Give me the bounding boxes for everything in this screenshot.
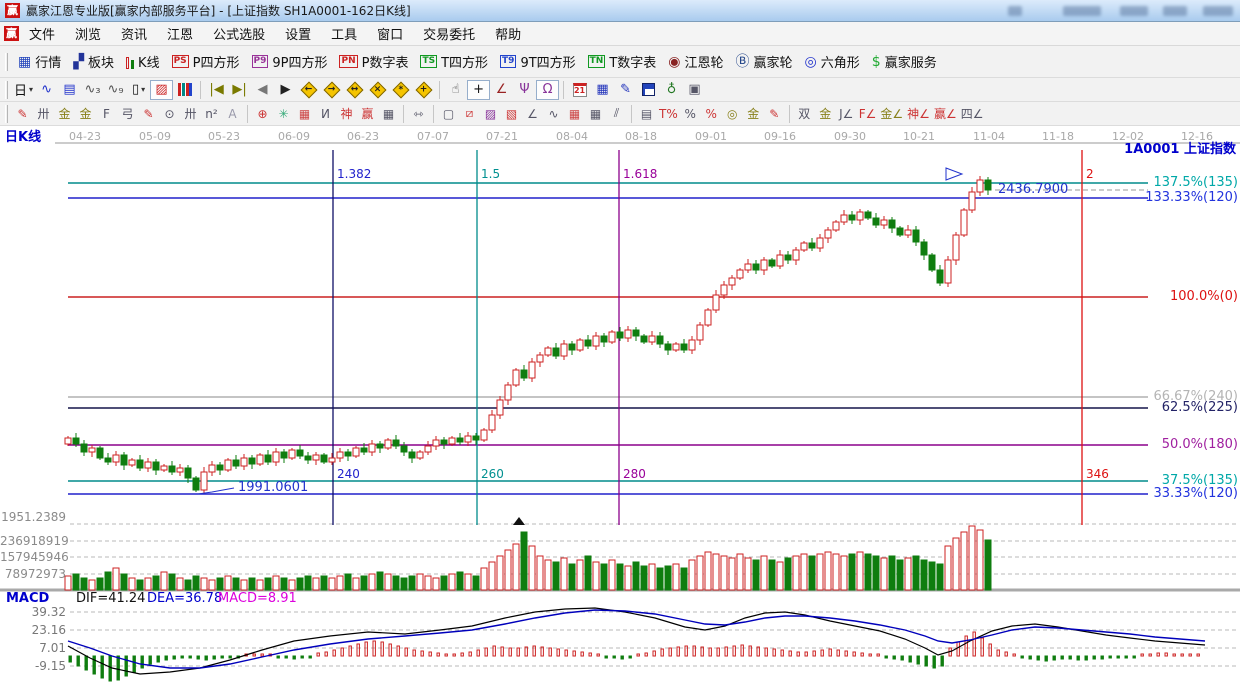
chart-canvas[interactable] <box>0 0 1240 683</box>
macd-axis-label: 39.32 <box>31 605 66 619</box>
date-tick: 09-16 <box>764 130 796 143</box>
macd-axis-label: -9.15 <box>34 659 66 673</box>
macd-macd-value: MACD=8.91 <box>218 591 297 606</box>
volume-axis-label: 157945946 <box>0 550 69 564</box>
date-tick: 08-04 <box>556 130 588 143</box>
macd-axis-label: 7.01 <box>39 641 66 655</box>
period-label[interactable]: 日K线 <box>5 131 41 144</box>
gann-v-bottom-label: 280 <box>623 467 646 481</box>
gann-h-label: 100.0%(0) <box>1170 289 1238 304</box>
date-tick: 11-18 <box>1042 130 1074 143</box>
low-price-label: 1991.0601 <box>238 480 309 495</box>
gann-v-top-label: 1.618 <box>623 167 658 181</box>
gann-h-label: 62.5%(225) <box>1161 400 1238 415</box>
gann-v-top-label: 1.5 <box>481 167 501 181</box>
volume-axis-label: 236918919 <box>0 534 69 548</box>
date-tick: 07-21 <box>486 130 518 143</box>
app-window: 赢 赢家江恩专业版[赢家内部服务平台] - [上证指数 SH1A0001-162… <box>0 0 1240 683</box>
last-price-label: 2436.7900 <box>998 182 1069 197</box>
macd-dif-value: DIF=41.24 <box>76 591 146 606</box>
gann-h-label: 137.5%(135) <box>1153 175 1238 190</box>
gann-v-top-label: 2 <box>1086 167 1094 181</box>
date-tick: 04-23 <box>69 130 101 143</box>
symbol-label[interactable]: 1A0001 上证指数 <box>1124 143 1236 156</box>
gann-h-label: 33.33%(120) <box>1153 486 1238 501</box>
macd-panel-title[interactable]: MACD <box>6 592 49 605</box>
volume-series <box>64 525 992 591</box>
volume-axis-label: 78972973 <box>4 567 66 581</box>
date-tick: 11-04 <box>973 130 1005 143</box>
gann-v-bottom-label: 346 <box>1086 467 1109 481</box>
date-tick: 12-16 <box>1181 130 1213 143</box>
date-tick: 12-02 <box>1112 130 1144 143</box>
gann-v-bottom-label: 260 <box>481 467 504 481</box>
date-tick: 06-23 <box>347 130 379 143</box>
gann-h-label: 50.0%(180) <box>1161 437 1238 452</box>
gann-v-top-label: 1.382 <box>337 167 372 181</box>
macd-axis-label: 23.16 <box>31 623 66 637</box>
macd-dea-value: DEA=36.78 <box>147 591 223 606</box>
gann-h-label: 133.33%(120) <box>1145 190 1238 205</box>
volume-axis-label: 1951.2389 <box>1 510 66 524</box>
gann-v-bottom-label: 240 <box>337 467 360 481</box>
macd-series <box>67 607 1206 682</box>
date-tick: 06-09 <box>278 130 310 143</box>
date-tick: 08-18 <box>625 130 657 143</box>
date-tick: 05-09 <box>139 130 171 143</box>
date-tick: 10-21 <box>903 130 935 143</box>
date-tick: 09-30 <box>834 130 866 143</box>
date-tick: 07-07 <box>417 130 449 143</box>
date-tick: 09-01 <box>695 130 727 143</box>
date-tick: 05-23 <box>208 130 240 143</box>
